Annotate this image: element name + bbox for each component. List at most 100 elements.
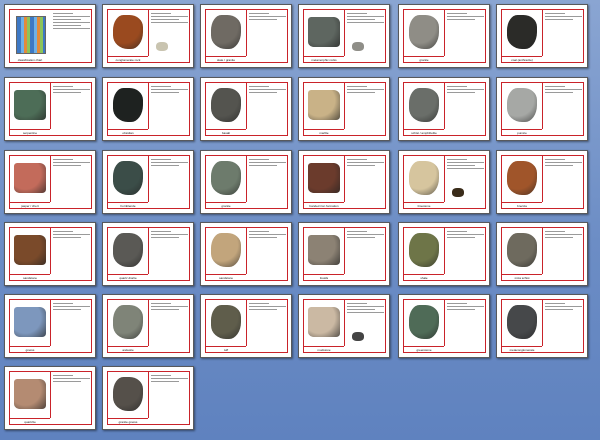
slide-label: obsidian (122, 131, 134, 135)
slide-label: schist / amphibolite (411, 131, 437, 135)
slide-label: breccia (517, 204, 527, 208)
slide-thumbnail[interactable]: mudstone (298, 294, 390, 358)
slide-thumbnail[interactable]: pumice (496, 77, 588, 141)
slide-thumbnail[interactable]: limestone (398, 150, 490, 214)
slide-border: granite (403, 9, 486, 63)
slide-border: serpentine (9, 82, 92, 136)
slide-notes-text (151, 231, 188, 240)
slide-notes-text (249, 159, 286, 168)
slide-thumbnail[interactable]: basalt (200, 77, 292, 141)
rock-photo (14, 90, 46, 120)
slide-thumbnail[interactable]: conglomerate rock (102, 4, 194, 68)
slide-sorter-view: classification chart conglomerate rock sla… (0, 0, 600, 440)
slide-thumbnail[interactable]: classification chart (4, 4, 96, 68)
slide-notes-text (447, 303, 484, 312)
rock-photo (14, 379, 46, 409)
rock-photo (211, 233, 241, 267)
slide-thumbnail[interactable]: sandstone (200, 222, 292, 286)
slide-thumbnail[interactable]: banded iron formation (298, 150, 390, 214)
slide-thumbnail[interactable]: marble (298, 77, 390, 141)
slide-border: granite (205, 155, 288, 209)
slide-label: conglomerate rock (115, 58, 141, 62)
slide-label: mudstone (317, 348, 331, 352)
slide-thumbnail[interactable]: slate / granite (200, 4, 292, 68)
slide-thumbnail[interactable]: gneiss (4, 294, 96, 358)
rock-photo (409, 305, 439, 339)
slide-thumbnail[interactable]: coal (anthracite) (496, 4, 588, 68)
slide-border: mudstone (303, 299, 386, 353)
slide-thumbnail[interactable]: quartzite (4, 366, 96, 430)
slide-border: schist / amphibolite (403, 82, 486, 136)
slide-thumbnail[interactable]: granite (200, 150, 292, 214)
rock-photo (409, 161, 439, 195)
slide-thumbnail[interactable]: sandstone (4, 222, 96, 286)
slide-border: tuff (205, 299, 288, 353)
slide-thumbnail[interactable]: tuff (200, 294, 292, 358)
rock-photo (113, 233, 143, 267)
rock-photo (507, 88, 537, 122)
slide-notes-text (151, 159, 188, 168)
slide-label: granite (419, 58, 429, 62)
slide-notes-text (151, 13, 188, 25)
slide-notes-text (347, 13, 384, 25)
slide-notes-text (151, 303, 188, 312)
slide-label: hornblende (120, 204, 136, 208)
secondary-rock-photo (352, 332, 364, 341)
slide-notes-text (447, 13, 484, 22)
slide-border: classification chart (9, 9, 92, 63)
slide-label: mica schist (514, 276, 530, 280)
slide-thumbnail[interactable]: granite (398, 4, 490, 68)
slide-thumbnail[interactable]: fossils (298, 222, 390, 286)
slide-thumbnail[interactable]: serpentine (4, 77, 96, 141)
slide-border: coal (anthracite) (501, 9, 584, 63)
slide-thumbnail[interactable]: hornblende (102, 150, 194, 214)
slide-label: metamorphic rocks (311, 58, 337, 62)
rock-photo (409, 88, 439, 122)
rock-photo (14, 163, 46, 193)
rock-photo (211, 305, 241, 339)
rock-photo (308, 307, 340, 337)
slide-thumbnail[interactable]: mica schist (496, 222, 588, 286)
slide-label: tuff (223, 348, 229, 352)
slide-notes-text (347, 231, 384, 240)
slide-thumbnail[interactable]: shale (398, 222, 490, 286)
secondary-rock-photo (156, 42, 168, 51)
slide-notes-text (249, 13, 286, 22)
slide-border: greenstone (403, 299, 486, 353)
slide-notes-text (447, 159, 484, 171)
slide-notes-text (447, 231, 484, 240)
slide-border: sandstone (9, 227, 92, 281)
rock-photo (507, 161, 537, 195)
slide-notes-text (545, 159, 582, 168)
slide-thumbnail[interactable]: granite gneiss (102, 366, 194, 430)
rock-photo (113, 161, 143, 195)
slide-border: hornblende (107, 155, 190, 209)
slide-notes-text (347, 159, 384, 168)
slide-thumbnail[interactable]: greenstone (398, 294, 490, 358)
slide-thumbnail[interactable]: metamorphic rocks (298, 4, 390, 68)
slide-notes-text (347, 303, 384, 315)
slide-notes-text (53, 86, 90, 95)
slide-border: marble (303, 82, 386, 136)
rock-photo (507, 15, 537, 49)
slide-thumbnail[interactable]: schist / amphibolite (398, 77, 490, 141)
slide-thumbnail[interactable]: andesite (102, 294, 194, 358)
slide-notes-text (151, 375, 188, 384)
slide-border: fossils (303, 227, 386, 281)
slide-thumbnail[interactable]: breccia (496, 150, 588, 214)
slide-thumbnail[interactable]: quartz diorite (102, 222, 194, 286)
slide-thumbnail[interactable]: jasper / chert (4, 150, 96, 214)
slide-notes-text (545, 86, 582, 95)
slide-label: greenstone (416, 348, 432, 352)
classification-chart-image (16, 16, 46, 54)
slide-label: granite gneiss (118, 420, 138, 424)
slide-notes-text (151, 86, 188, 95)
slide-label: fossils (319, 276, 329, 280)
slide-notes-text (545, 303, 582, 312)
slide-thumbnail[interactable]: obsidian (102, 77, 194, 141)
rock-photo (113, 377, 143, 411)
slide-border: quartzite (9, 371, 92, 425)
slide-label: basalt (221, 131, 230, 135)
slide-border: breccia (501, 155, 584, 209)
slide-thumbnail[interactable]: metaconglomerate (496, 294, 588, 358)
